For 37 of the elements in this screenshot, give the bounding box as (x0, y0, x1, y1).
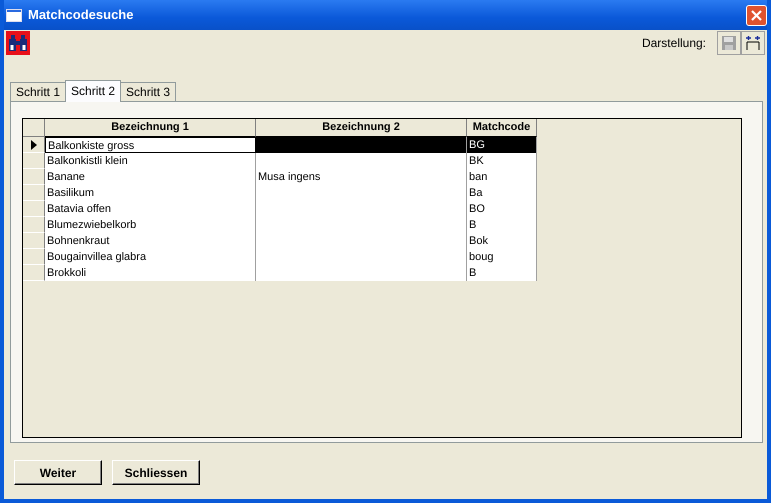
column-header: Bezeichnung 1 (45, 119, 256, 137)
dialog-button[interactable]: Weiter (14, 460, 102, 485)
table-cell: BO (467, 201, 537, 217)
table-cell: Brokkoli (45, 265, 256, 281)
column-header: Matchcode (467, 119, 537, 137)
row-header[interactable] (23, 137, 45, 153)
row-pointer-icon (30, 140, 36, 150)
table-cell: B (467, 217, 537, 233)
table-cell: Basilikum (45, 185, 256, 201)
binoculars-icon[interactable] (6, 31, 30, 55)
table-cell: B (467, 265, 537, 281)
table-cell: Balkonkistli klein (45, 153, 256, 169)
table-cell: Ba (467, 185, 537, 201)
tab[interactable]: Schritt 2 (65, 80, 122, 102)
table-cell: Blumezwiebelkorb (45, 217, 256, 233)
columns-layout-icon (744, 34, 762, 52)
table-cell: Balkonkiste gross (45, 137, 256, 153)
table-cell: Bougainvillea glabra (45, 249, 256, 265)
layout-button[interactable] (741, 31, 765, 55)
window-title: Matchcodesuche (28, 6, 134, 24)
tab[interactable]: Schritt 1 (10, 82, 66, 101)
toolbar-label: Darstellung: (642, 35, 706, 52)
column-header: Bezeichnung 2 (256, 119, 467, 137)
table-cell: BG (467, 137, 537, 153)
table-cell: Banane (45, 169, 256, 185)
table-cell: boug (467, 249, 537, 265)
table-cell: Musa ingens (256, 169, 467, 185)
window-icon (6, 8, 22, 22)
tab[interactable]: Schritt 3 (120, 82, 176, 101)
table-cell: BK (467, 153, 537, 169)
table-cell: Bok (467, 233, 537, 249)
table-cell: ban (467, 169, 537, 185)
table-cell: Bohnenkraut (45, 233, 256, 249)
close-button[interactable] (746, 4, 767, 26)
dialog-button[interactable]: Schliessen (112, 460, 200, 485)
close-icon (750, 8, 763, 22)
table-cell: Batavia offen (45, 201, 256, 217)
